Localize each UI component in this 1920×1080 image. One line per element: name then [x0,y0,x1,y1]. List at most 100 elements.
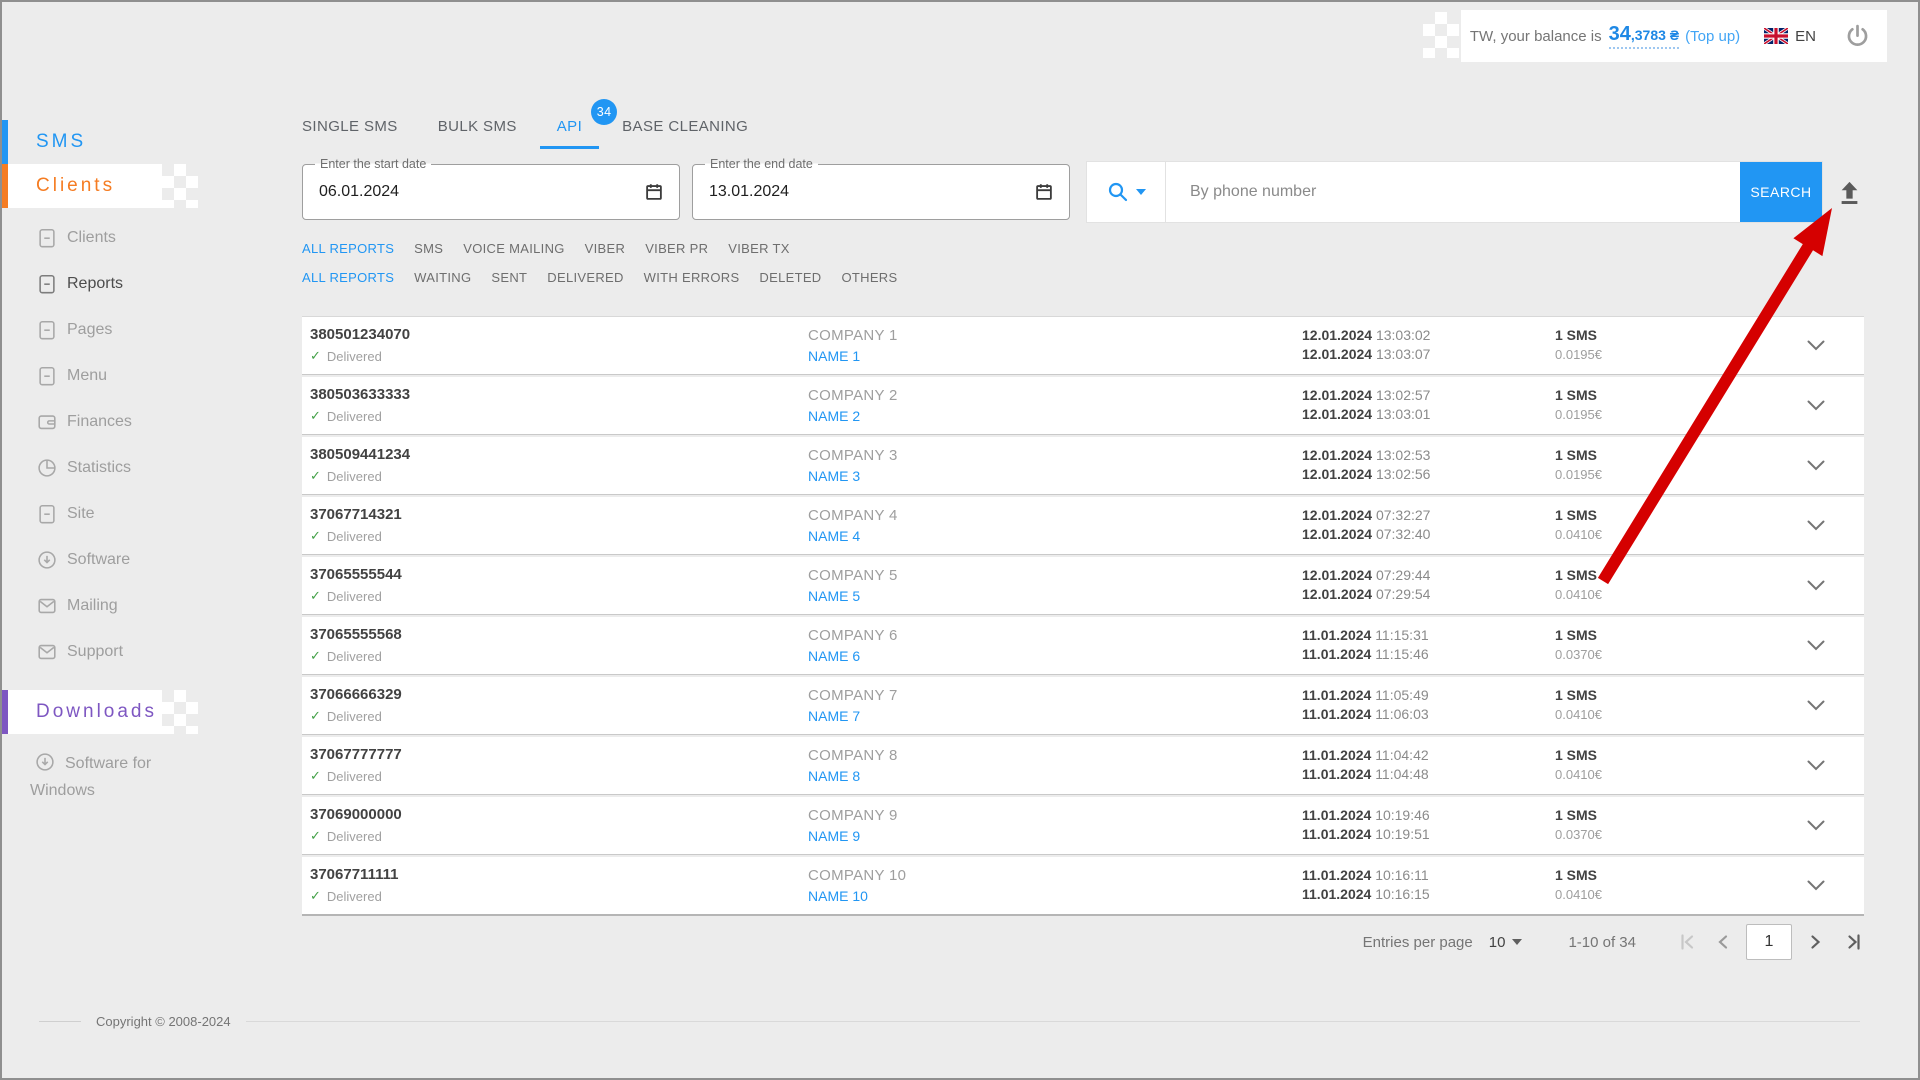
client-name-link[interactable]: NAME 6 [808,648,898,664]
expand-row-button[interactable] [1807,737,1825,794]
expand-row-button[interactable] [1807,857,1825,914]
sidebar-item-pages[interactable]: Pages [2,307,242,353]
expand-row-button[interactable] [1807,437,1825,494]
first-page-icon[interactable] [1676,931,1698,953]
table-row[interactable]: 37066666329 ✓ Delivered COMPANY 7 NAME 7 … [302,677,1864,734]
table-row[interactable]: 37067711111 ✓ Delivered COMPANY 10 NAME 1… [302,857,1864,914]
table-row[interactable]: 37065555568 ✓ Delivered COMPANY 6 NAME 6 … [302,617,1864,674]
sidebar-item-mailing[interactable]: Mailing [2,583,242,629]
calendar-icon[interactable] [643,181,665,203]
client-name-link[interactable]: NAME 10 [808,888,906,904]
filter-all-reports[interactable]: ALL REPORTS [302,270,394,285]
tab-api[interactable]: API 34 [537,99,618,150]
filter-sms[interactable]: SMS [414,241,443,256]
search-button[interactable]: SEARCH [1740,162,1822,222]
filter-with-errors[interactable]: WITH ERRORS [644,270,740,285]
expand-row-button[interactable] [1807,797,1825,854]
start-date-value[interactable]: 06.01.2024 [319,183,643,201]
last-page-icon[interactable] [1842,931,1864,953]
sidebar-section-sms[interactable]: SMS [2,120,242,164]
tab-base-cleaning[interactable]: BASE CLEANING [602,102,768,150]
filter-sent[interactable]: SENT [491,270,527,285]
sms-price: 0.0370€ [1555,647,1602,662]
table-row[interactable]: 380509441234 ✓ Delivered COMPANY 3 NAME 3… [302,437,1864,494]
expand-row-button[interactable] [1807,677,1825,734]
sms-price: 0.0370€ [1555,827,1602,842]
filter-voice-mailing[interactable]: VOICE MAILING [463,241,564,256]
filter-others[interactable]: OTHERS [841,270,897,285]
table-row[interactable]: 37067714321 ✓ Delivered COMPANY 4 NAME 4 … [302,497,1864,554]
sidebar-item-label: Finances [67,413,132,430]
filter-viber-tx[interactable]: VIBER TX [728,241,789,256]
search-input[interactable] [1166,162,1740,222]
sidebar-section-downloads[interactable]: Downloads [2,690,162,734]
company-label: COMPANY 4 [808,507,898,524]
entries-per-page-label: Entries per page [1362,933,1473,951]
filter-deleted[interactable]: DELETED [759,270,821,285]
sidebar-section-clients[interactable]: Clients [2,164,162,208]
table-row[interactable]: 380503633333 ✓ Delivered COMPANY 2 NAME 2… [302,377,1864,434]
status-label: Delivered [326,708,382,724]
sms-price: 0.0410€ [1555,707,1602,722]
expand-row-button[interactable] [1807,557,1825,614]
next-page-icon[interactable] [1804,931,1826,953]
expand-row-button[interactable] [1807,317,1825,374]
prev-page-icon[interactable] [1712,931,1734,953]
client-name-link[interactable]: NAME 3 [808,468,898,484]
end-date-value[interactable]: 13.01.2024 [709,183,1033,201]
expand-row-button[interactable] [1807,497,1825,554]
client-name-link[interactable]: NAME 9 [808,828,898,844]
sidebar-item-clients[interactable]: Clients [2,215,242,261]
chevron-down-icon [1807,460,1825,471]
sidebar-item-site[interactable]: Site [2,491,242,537]
delivered-datetime: 12.01.2024 13:03:07 [1302,346,1431,362]
end-date-label: Enter the end date [705,156,818,173]
client-name-link[interactable]: NAME 4 [808,528,898,544]
filter-waiting[interactable]: WAITING [414,270,471,285]
start-date-field[interactable]: Enter the start date 06.01.2024 [302,156,680,220]
sidebar-item-statistics[interactable]: Statistics [2,445,242,491]
sidebar-item-finances[interactable]: Finances [2,399,242,445]
expand-row-button[interactable] [1807,377,1825,434]
table-row[interactable]: 37069000000 ✓ Delivered COMPANY 9 NAME 9 … [302,797,1864,854]
sidebar-item-software[interactable]: Software [2,537,242,583]
sidebar-item-menu[interactable]: Menu [2,353,242,399]
copyright: Copyright © 2008-2024 [96,1014,231,1029]
sent-datetime: 12.01.2024 07:29:44 [1302,567,1431,583]
per-page-select[interactable]: 10 [1489,934,1523,951]
client-name-link[interactable]: NAME 5 [808,588,898,604]
end-date-field[interactable]: Enter the end date 13.01.2024 [692,156,1070,220]
client-name-link[interactable]: NAME 2 [808,408,898,424]
sidebar-item-reports[interactable]: Reports [2,261,242,307]
chevron-down-icon [1807,580,1825,591]
delivered-check-icon: ✓ [310,648,321,663]
delivered-check-icon: ✓ [310,828,321,843]
calendar-icon[interactable] [1033,181,1055,203]
table-row[interactable]: 37067777777 ✓ Delivered COMPANY 8 NAME 8 … [302,737,1864,794]
sidebar-item-software-for-windows[interactable]: Software for Windows [30,750,200,804]
tab-single-sms[interactable]: SINGLE SMS [282,102,418,150]
filter-delivered[interactable]: DELIVERED [547,270,623,285]
status-label: Delivered [326,648,382,664]
page-number-input[interactable] [1746,924,1792,960]
client-name-link[interactable]: NAME 7 [808,708,898,724]
search-icon [1108,182,1128,202]
table-row[interactable]: 380501234070 ✓ Delivered COMPANY 1 NAME 1… [302,317,1864,374]
expand-row-button[interactable] [1807,617,1825,674]
sms-count: 1 SMS [1555,447,1598,463]
table-row[interactable]: 37065555544 ✓ Delivered COMPANY 5 NAME 5 … [302,557,1864,614]
sidebar-item-support[interactable]: Support [2,629,242,675]
search-type-dropdown[interactable] [1087,162,1166,222]
delivered-datetime: 12.01.2024 07:29:54 [1302,586,1431,602]
filter-viber-pr[interactable]: VIBER PR [645,241,708,256]
delivered-datetime: 11.01.2024 10:19:51 [1302,826,1430,842]
status-label: Delivered [326,348,382,364]
filter-all-reports[interactable]: ALL REPORTS [302,241,394,256]
sms-count: 1 SMS [1555,507,1598,523]
filter-viber[interactable]: VIBER [585,241,626,256]
tab-bulk-sms[interactable]: BULK SMS [418,102,537,150]
client-name-link[interactable]: NAME 8 [808,768,898,784]
sidebar-item-label: Mailing [67,597,118,614]
client-name-link[interactable]: NAME 1 [808,348,898,364]
export-upload-icon[interactable] [1836,179,1863,206]
